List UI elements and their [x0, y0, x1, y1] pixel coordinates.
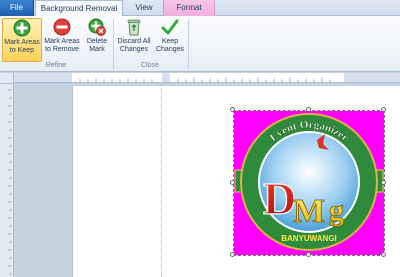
keep-changes-label-1: Keep: [161, 38, 179, 45]
group-label-refine: Refine: [45, 62, 67, 69]
delete-mark-icon: [88, 18, 106, 36]
delete-mark-label-1: Delete: [86, 38, 108, 45]
logo-image[interactable]: Event Organizer D M g BANYUWANGI: [230, 107, 386, 257]
resize-handle-left[interactable]: [230, 180, 235, 185]
resize-handle-top[interactable]: [306, 107, 311, 112]
recycle-bin-icon: [127, 19, 141, 36]
tab-format[interactable]: Format: [163, 0, 215, 16]
discard-all-changes-button[interactable]: Discard All Changes: [116, 18, 152, 62]
ribbon-tab-strip: File Background Removal View Format: [0, 0, 400, 17]
mark-areas-to-keep-button[interactable]: Mark Areas to Keep: [2, 18, 42, 62]
resize-handle-top-left[interactable]: [230, 107, 235, 112]
mark-areas-to-remove-button[interactable]: Mark Areas to Remove: [43, 18, 81, 62]
margin-guide: [161, 86, 162, 277]
group-separator: [188, 19, 189, 69]
tab-view[interactable]: View: [126, 0, 162, 16]
mark-keep-label-2: to Keep: [9, 47, 35, 54]
delete-mark-label-2: Mark: [89, 46, 105, 53]
keep-changes-button[interactable]: Keep Changes: [154, 18, 186, 62]
ruler-corner[interactable]: [0, 73, 14, 84]
group-label-close: Close: [141, 62, 159, 69]
mark-remove-label-2: to Remove: [45, 46, 79, 53]
mark-remove-label-1: Mark Areas: [44, 38, 80, 45]
tab-background-removal[interactable]: Background Removal: [35, 0, 123, 17]
discard-label-1: Discard All: [117, 38, 151, 45]
resize-handle-right[interactable]: [381, 180, 386, 185]
keep-changes-label-2: Changes: [155, 46, 185, 53]
vertical-ruler-ticks: [7, 89, 13, 275]
resize-handle-bottom[interactable]: [306, 252, 311, 257]
delete-mark-button[interactable]: Delete Mark: [82, 18, 112, 62]
tab-file[interactable]: File: [0, 0, 34, 16]
resize-handle-bottom-left[interactable]: [230, 252, 235, 257]
ruler-ticks: [14, 73, 400, 82]
vertical-ruler[interactable]: [0, 84, 14, 277]
horizontal-ruler[interactable]: [14, 73, 400, 83]
minus-icon: [53, 18, 71, 36]
mark-keep-label-1: Mark Areas: [4, 39, 40, 46]
ribbon: Mark Areas to Keep Mark Areas to Remove …: [0, 16, 400, 72]
resize-handle-bottom-right[interactable]: [381, 252, 386, 257]
checkmark-icon: [161, 19, 179, 35]
plus-icon: [13, 19, 31, 37]
resize-handle-top-right[interactable]: [381, 107, 386, 112]
discard-label-2: Changes: [119, 46, 149, 53]
selection-border: [233, 110, 385, 256]
